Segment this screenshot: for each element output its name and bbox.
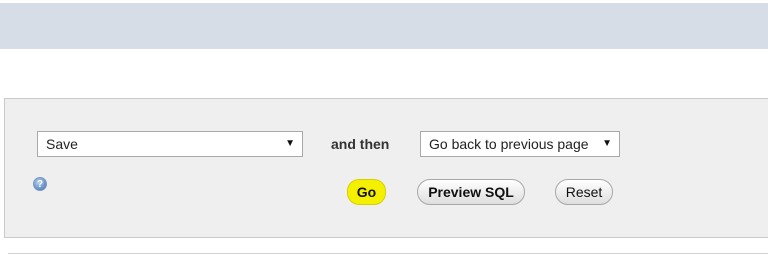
reset-button[interactable]: Reset xyxy=(555,179,613,205)
go-button[interactable]: Go xyxy=(347,179,386,205)
header-band xyxy=(0,3,768,49)
help-icon[interactable]: ? xyxy=(33,177,47,191)
chevron-down-icon: ▼ xyxy=(602,138,612,149)
after-insert-select[interactable]: Go back to previous page ▼ xyxy=(420,131,620,157)
and-then-label: and then xyxy=(331,136,390,152)
form-panel xyxy=(4,98,768,238)
preview-sql-button[interactable]: Preview SQL xyxy=(417,179,525,205)
action-select-value: Save xyxy=(46,136,78,152)
divider xyxy=(8,253,768,254)
chevron-down-icon: ▼ xyxy=(285,138,295,149)
action-select[interactable]: Save ▼ xyxy=(37,131,303,157)
after-insert-select-value: Go back to previous page xyxy=(429,136,589,152)
